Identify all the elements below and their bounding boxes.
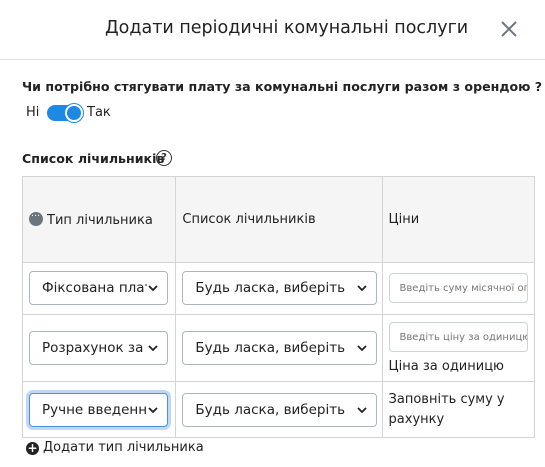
table-row: Розрахунок за одиницю Будь ласка, вибері… — [21, 314, 536, 382]
meter-list-select[interactable]: Будь ласка, виберіть — [182, 271, 378, 305]
meter-type-select[interactable]: Розрахунок за одиницю — [29, 331, 168, 365]
chevron-down-icon — [357, 345, 368, 352]
meters-table: Тип лічильника Список лічильників Ціни Ф… — [21, 176, 536, 438]
close-icon[interactable] — [498, 18, 520, 40]
type-cell: Розрахунок за одиницю — [21, 314, 177, 382]
chevron-down-icon — [357, 407, 368, 414]
price-cell: Введіть суму місячної оплати — [381, 262, 536, 315]
type-cell: Фіксована плата — [21, 262, 177, 315]
manual-entry-note: Заповніть суму у рахунку — [388, 392, 505, 427]
table-header-row: Тип лічильника Список лічильників Ціни — [21, 176, 536, 263]
utilities-modal: Додати періодичні комунальні послуги Чи … — [0, 0, 545, 467]
header-meter-list: Список лічильників — [175, 176, 383, 263]
meters-section-title: Список лічильників — [22, 151, 165, 166]
chevron-down-icon — [148, 345, 158, 352]
chevron-down-icon — [148, 407, 158, 414]
header-prices: Ціни — [381, 176, 536, 263]
add-meter-type-button[interactable]: + Додати тип лічильника — [26, 440, 204, 455]
header-meter-type: Тип лічильника — [21, 176, 177, 263]
add-meter-type-label: Додати тип лічильника — [43, 440, 204, 455]
plus-circle-icon: + — [26, 441, 39, 455]
unit-price-input[interactable]: Введіть ціну за одиницю — [388, 322, 528, 352]
unit-price-label: Ціна за одиницю — [388, 359, 504, 374]
price-cell: Введіть ціну за одиницю Ціна за одиницю — [381, 314, 536, 382]
billing-question: Чи потрібно стягувати плату за комунальн… — [22, 79, 543, 94]
help-icon[interactable]: ? — [156, 150, 172, 166]
toggle-no-label: Ні — [26, 105, 40, 120]
meter-list-select[interactable]: Будь ласка, виберіть — [182, 393, 378, 427]
meter-cell: Будь ласка, виберіть — [175, 262, 383, 315]
monthly-amount-input[interactable]: Введіть суму місячної оплати — [388, 273, 528, 303]
chat-icon — [29, 209, 43, 226]
modal-title: Додати періодичні комунальні послуги — [105, 18, 469, 38]
price-cell: Заповніть суму у рахунку — [381, 381, 536, 438]
table-row: Ручне введення Будь ласка, виберіть Запо… — [21, 381, 536, 438]
table-row: Фіксована плата Будь ласка, виберіть Вве… — [21, 262, 536, 315]
type-cell: Ручне введення — [21, 381, 177, 438]
modal-header: Додати періодичні комунальні послуги — [0, 0, 545, 60]
meter-cell: Будь ласка, виберіть — [175, 381, 383, 438]
meter-list-select[interactable]: Будь ласка, виберіть — [182, 331, 378, 365]
chevron-down-icon — [357, 285, 368, 292]
meter-type-select[interactable]: Фіксована плата — [29, 271, 168, 305]
toggle-knob — [65, 104, 83, 122]
billing-toggle[interactable] — [47, 104, 83, 122]
toggle-yes-label: Так — [87, 105, 111, 120]
meter-cell: Будь ласка, виберіть — [175, 314, 383, 382]
chevron-down-icon — [148, 285, 158, 292]
meter-type-select[interactable]: Ручне введення — [29, 393, 168, 427]
